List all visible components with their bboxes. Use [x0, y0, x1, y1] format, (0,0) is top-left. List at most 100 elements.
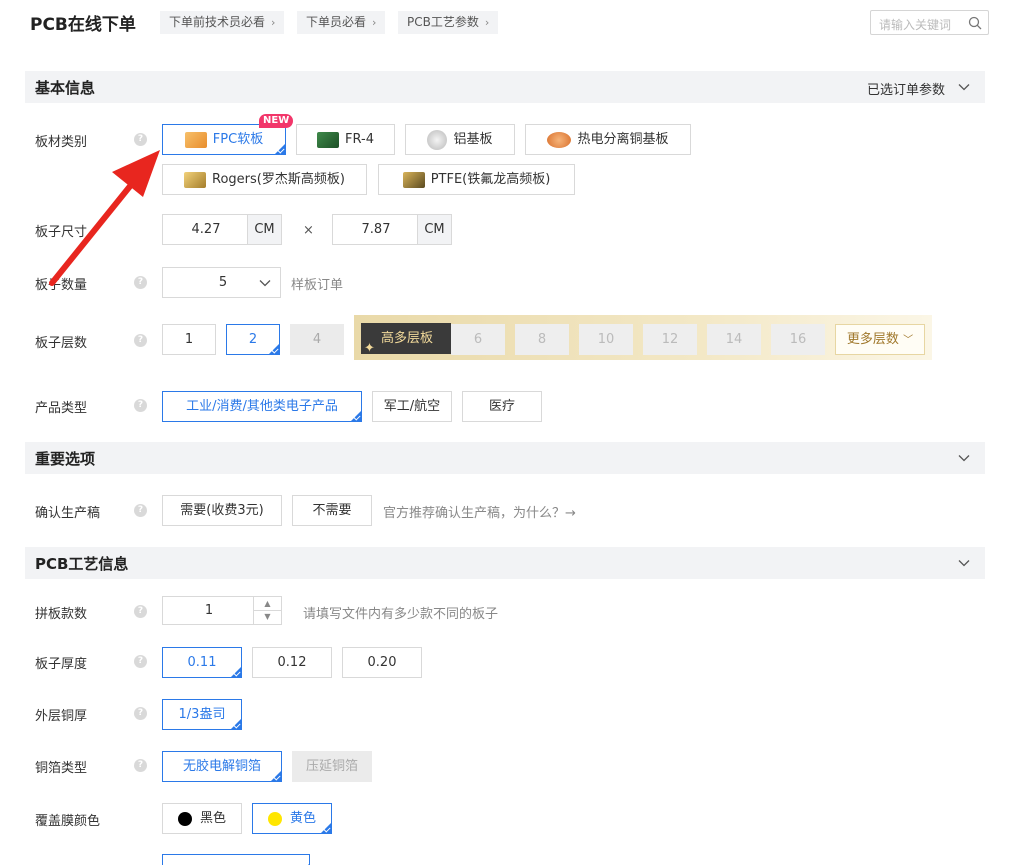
section-title: PCB工艺信息 — [35, 555, 129, 573]
option-label: 6 — [473, 332, 483, 347]
chevron-down-icon — [259, 280, 271, 287]
aluminum-board-icon — [427, 129, 448, 150]
next-row-option-partial[interactable] — [162, 854, 310, 865]
multilayer-badge: ✦ 高多层板 — [361, 323, 451, 356]
option-label: 需要(收费3元) — [180, 503, 264, 518]
help-icon[interactable]: ? — [134, 655, 147, 668]
rogers-board-icon — [184, 171, 207, 188]
panel-count-value: 1 — [204, 603, 214, 618]
confirm-hint-link[interactable]: 官方推荐确认生产稿，为什么？→ — [383, 502, 576, 521]
quantity-hint: 样板订单 — [291, 278, 344, 293]
option-label: 热电分离铜基板 — [577, 132, 669, 147]
increment-icon[interactable]: ▲ — [253, 597, 281, 611]
coverlay-option-yellow[interactable]: 黄色 — [252, 803, 332, 834]
help-icon[interactable]: ? — [134, 399, 147, 412]
option-label: 压延铜箔 — [305, 759, 358, 774]
option-label: 16 — [789, 332, 807, 347]
material-option-rogers[interactable]: Rogers(罗杰斯高频板) — [162, 164, 367, 195]
product-option-military[interactable]: 军工/航空 — [372, 391, 452, 422]
option-label: PTFE(铁氟龙高频板) — [430, 172, 551, 187]
chevron-down-icon: ﹀ — [903, 335, 914, 346]
option-label: 8 — [537, 332, 547, 347]
breadcrumb-label: PCB工艺参数 — [407, 15, 479, 29]
thickness-option-020[interactable]: 0.20 — [342, 647, 422, 678]
confirm-label: 确认生产稿 — [35, 506, 101, 521]
height-value: 7.87 — [361, 222, 391, 237]
help-icon[interactable]: ? — [134, 276, 147, 289]
option-label: FR-4 — [345, 132, 374, 147]
layer-option-14[interactable]: 14 — [707, 324, 761, 355]
confirm-option-no[interactable]: 不需要 — [292, 495, 372, 526]
times-sign: × — [303, 223, 314, 238]
black-dot-icon — [177, 811, 192, 826]
section-basic-info: 基本信息 已选订单参数 — [25, 71, 985, 103]
section-pcb-process: PCB工艺信息 — [25, 547, 985, 579]
quantity-select[interactable]: 5 — [162, 267, 281, 298]
page-title: PCB在线下单 — [30, 15, 136, 35]
width-input[interactable]: 4.27 CM — [162, 214, 282, 245]
layer-option-12[interactable]: 12 — [643, 324, 697, 355]
new-badge: NEW — [259, 114, 294, 128]
multilayer-label: 高多层板 — [381, 331, 434, 346]
breadcrumb-order-guide[interactable]: 下单员必看 › — [297, 11, 386, 34]
chevron-down-icon[interactable] — [957, 451, 971, 465]
option-label: 4 — [312, 332, 322, 347]
option-label: 10 — [597, 332, 615, 347]
material-option-fpc[interactable]: FPC软板 — [162, 124, 286, 155]
layer-option-10[interactable]: 10 — [579, 324, 633, 355]
material-option-ptfe[interactable]: PTFE(铁氟龙高频板) — [378, 164, 575, 195]
foil-option-electrolytic[interactable]: 无胶电解铜箔 — [162, 751, 282, 782]
help-icon[interactable]: ? — [134, 133, 147, 146]
layer-option-16[interactable]: 16 — [771, 324, 825, 355]
panel-count-stepper[interactable]: 1 ▲ ▼ — [162, 596, 282, 625]
coverlay-option-black[interactable]: 黑色 — [162, 803, 242, 834]
breadcrumb-label: 下单前技术员必看 — [169, 15, 266, 29]
option-label: 铝基板 — [453, 132, 493, 147]
material-option-fr4[interactable]: FR-4 — [296, 124, 395, 155]
layer-option-4[interactable]: 4 — [290, 324, 344, 355]
more-layers-button[interactable]: 更多层数 ﹀ — [835, 324, 925, 355]
width-unit: CM — [247, 215, 281, 244]
breadcrumb-pcb-params[interactable]: PCB工艺参数 › — [398, 11, 499, 34]
chevron-down-icon[interactable] — [957, 80, 971, 94]
option-label: 0.11 — [187, 655, 217, 670]
help-icon[interactable]: ? — [134, 504, 147, 517]
option-label: 黑色 — [199, 811, 226, 826]
layer-option-6[interactable]: 6 — [451, 324, 505, 355]
breadcrumb-tech-guide[interactable]: 下单前技术员必看 › — [160, 11, 285, 34]
option-label: 12 — [661, 332, 679, 347]
copper-option-1-3oz[interactable]: 1/3盎司 — [162, 699, 242, 730]
option-label: 工业/消费/其他类电子产品 — [186, 399, 338, 414]
help-icon[interactable]: ? — [134, 759, 147, 772]
search-input[interactable]: 请输入关键词 — [870, 10, 989, 35]
product-option-medical[interactable]: 医疗 — [462, 391, 542, 422]
coverlay-label: 覆盖膜颜色 — [35, 814, 101, 829]
material-option-aluminum[interactable]: 铝基板 — [405, 124, 515, 155]
confirm-option-yes[interactable]: 需要(收费3元) — [162, 495, 282, 526]
more-layers-label: 更多层数 — [846, 332, 899, 347]
chevron-down-icon[interactable] — [957, 556, 971, 570]
thickness-option-012[interactable]: 0.12 — [252, 647, 332, 678]
section-important-options: 重要选项 — [25, 442, 985, 474]
option-label: 14 — [725, 332, 743, 347]
help-icon[interactable]: ? — [134, 334, 147, 347]
search-placeholder: 请输入关键词 — [879, 18, 952, 32]
product-option-consumer[interactable]: 工业/消费/其他类电子产品 — [162, 391, 362, 422]
layer-option-2[interactable]: 2 — [226, 324, 280, 355]
layers-label: 板子层数 — [35, 336, 88, 351]
option-label: 2 — [248, 332, 258, 347]
height-input[interactable]: 7.87 CM — [332, 214, 452, 245]
thickness-option-011[interactable]: 0.11 — [162, 647, 242, 678]
foil-option-rolled[interactable]: 压延铜箔 — [292, 751, 372, 782]
layer-option-8[interactable]: 8 — [515, 324, 569, 355]
material-label: 板材类别 — [35, 135, 88, 150]
layer-option-1[interactable]: 1 — [162, 324, 216, 355]
option-label: 黄色 — [289, 811, 316, 826]
product-label: 产品类型 — [35, 401, 88, 416]
help-icon[interactable]: ? — [134, 605, 147, 618]
decrement-icon[interactable]: ▼ — [253, 610, 281, 624]
material-option-copper[interactable]: 热电分离铜基板 — [525, 124, 691, 155]
search-icon[interactable] — [968, 16, 982, 30]
help-icon[interactable]: ? — [134, 707, 147, 720]
selected-params-toggle[interactable]: 已选订单参数 — [867, 79, 945, 98]
